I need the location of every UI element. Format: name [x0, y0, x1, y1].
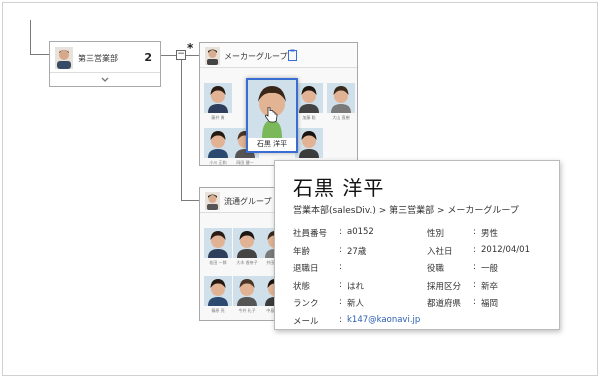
- field-value: 新卒: [481, 281, 499, 292]
- field-separator: :: [339, 262, 342, 272]
- member-name: 松田 一郎: [209, 260, 227, 265]
- connector-line: [30, 20, 31, 54]
- profile-popup: 石黒 洋平 営業本部(salesDiv.) > 第三営業部 > メーカーグループ…: [274, 160, 560, 330]
- field-separator: :: [339, 227, 342, 237]
- group-header: メーカーグループ: [200, 43, 357, 68]
- member-photo: [295, 83, 323, 113]
- field-value: 新人: [347, 299, 365, 309]
- member-name: 篠原 亮: [211, 308, 225, 313]
- selected-member-name: 石黒 洋平: [256, 140, 288, 148]
- profile-field: 社員番号: a0152: [293, 227, 433, 239]
- member-photo: [204, 276, 232, 306]
- field-separator: :: [339, 297, 342, 307]
- member-photo: [204, 228, 232, 258]
- field-separator: :: [339, 314, 342, 325]
- field-value: 一般: [481, 264, 499, 274]
- member-tile[interactable]: 小川 正和: [204, 128, 232, 165]
- member-photo: [204, 128, 232, 158]
- member-tile[interactable]: 加藤 聡: [295, 83, 323, 120]
- member-tile[interactable]: 大木 香奈子: [233, 228, 261, 265]
- field-label: 性別: [427, 229, 445, 239]
- profile-name: 石黒 洋平: [293, 176, 385, 200]
- member-photo: [295, 128, 323, 158]
- expand-toggle[interactable]: [50, 72, 160, 86]
- profile-field: 役職: 一般: [427, 262, 567, 274]
- field-separator: :: [473, 297, 476, 307]
- clipboard-icon[interactable]: [288, 49, 297, 61]
- connector-line: [30, 54, 49, 55]
- field-value: はれ: [347, 281, 365, 292]
- field-separator: :: [473, 279, 476, 290]
- field-label: 採用区分: [427, 281, 462, 292]
- member-name: 加藤 聡: [302, 115, 316, 120]
- field-label: 入社日: [427, 246, 453, 257]
- group-name: 流通グループ: [224, 197, 272, 206]
- chevron-down-icon: [101, 77, 109, 82]
- connector-line: [181, 200, 199, 201]
- field-separator: :: [339, 279, 342, 290]
- member-name: 藤井 勇: [211, 115, 225, 120]
- member-name: 大木 香奈子: [236, 260, 258, 265]
- field-value: 2012/04/01: [481, 244, 530, 255]
- member-tile[interactable]: 篠原 亮: [204, 276, 232, 313]
- profile-field: 入社日:2012/04/01: [427, 245, 567, 257]
- avatar: [205, 47, 220, 65]
- member-tile[interactable]: 大山 直樹: [327, 83, 355, 120]
- member-photo: [327, 83, 355, 113]
- field-label: 社員番号: [293, 229, 328, 239]
- field-value: 福岡: [481, 299, 499, 309]
- connector-line: [186, 55, 199, 56]
- member-name: 小川 正和: [209, 160, 227, 165]
- collapse-button[interactable]: −: [176, 50, 186, 60]
- member-photo: [204, 83, 232, 113]
- profile-field: 年齢:27歳: [293, 245, 433, 257]
- member-tile[interactable]: 今井 礼子: [233, 276, 261, 313]
- avatar: [205, 192, 220, 210]
- member-photo: [233, 276, 261, 306]
- member-count: 2: [144, 51, 152, 64]
- member-name: 今井 礼子: [238, 308, 256, 313]
- field-label: 状態: [293, 281, 311, 292]
- field-separator: :: [473, 227, 476, 237]
- connector-line: [181, 60, 182, 200]
- member-name: 大山 直樹: [332, 115, 350, 120]
- position-marker: *: [187, 41, 194, 55]
- department-name: 第三営業部: [78, 54, 118, 63]
- member-tile[interactable]: 藤井 勇: [204, 83, 232, 120]
- field-label: 年齢: [293, 246, 311, 257]
- profile-breadcrumb: 営業本部(salesDiv.) > 第三営業部 > メーカーグループ: [293, 206, 519, 216]
- field-label: 役職: [427, 264, 445, 274]
- profile-field: 採用区分: 新卒: [427, 280, 567, 292]
- department-node[interactable]: 第三営業部 2: [49, 41, 161, 87]
- group-name: メーカーグループ: [224, 52, 288, 61]
- member-tile[interactable]: 松田 一郎: [204, 228, 232, 265]
- connector-line: [161, 55, 176, 56]
- profile-field: 性別: 男性: [427, 227, 567, 239]
- field-label: 都道府県: [427, 299, 462, 309]
- member-name: 岡田 健一: [236, 160, 254, 165]
- field-separator: :: [473, 244, 476, 255]
- field-value[interactable]: k147@kaonavi.jp: [347, 315, 420, 325]
- field-value: 男性: [481, 229, 499, 239]
- profile-field: メール: k147@kaonavi.jp: [293, 315, 433, 327]
- field-separator: :: [339, 244, 342, 255]
- member-photo: [233, 228, 261, 258]
- profile-field: ランク: 新人: [293, 297, 433, 309]
- profile-field: 都道府県: 福岡: [427, 297, 567, 309]
- field-value: a0152: [347, 227, 374, 237]
- profile-field: 退職日:: [293, 262, 433, 274]
- hand-cursor-icon: [264, 107, 278, 123]
- field-label: 退職日: [293, 264, 319, 274]
- profile-field: 状態: はれ: [293, 280, 433, 292]
- field-value: 27歳: [347, 246, 367, 257]
- field-label: ランク: [293, 299, 319, 309]
- field-label: メール: [293, 316, 319, 327]
- field-separator: :: [473, 262, 476, 272]
- avatar: [55, 47, 73, 69]
